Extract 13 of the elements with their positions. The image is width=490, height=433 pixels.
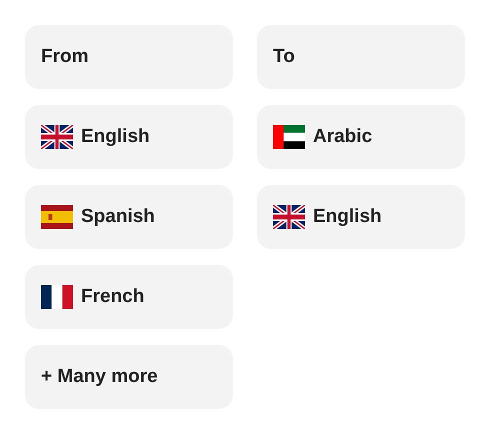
more-languages-button[interactable]: + Many more — [25, 345, 233, 409]
language-option[interactable]: French — [25, 265, 233, 329]
spain-flag-icon — [41, 205, 73, 229]
language-option[interactable]: Spanish — [25, 185, 233, 249]
column-heading: To — [257, 25, 465, 89]
language-option[interactable]: English — [257, 185, 465, 249]
language-option[interactable]: Arabic — [257, 105, 465, 169]
france-flag-icon — [41, 285, 73, 309]
column-heading: From — [25, 25, 233, 89]
uk-flag-icon — [41, 125, 73, 149]
uk-flag-icon — [273, 205, 305, 229]
language-option[interactable]: English — [25, 105, 233, 169]
uae-flag-icon — [273, 125, 305, 149]
